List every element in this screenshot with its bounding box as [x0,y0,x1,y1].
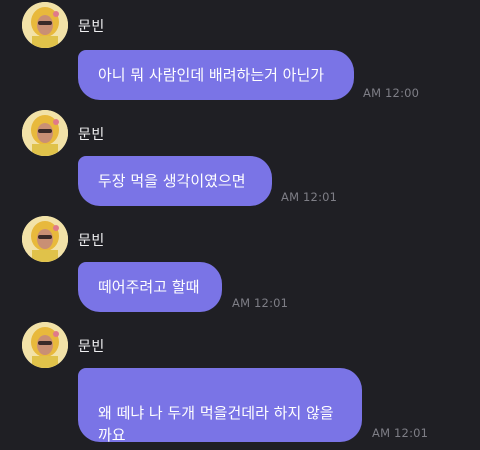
sender-name: 문빈 [78,127,105,143]
chat-view: 문빈 아니 뭐 사람인데 배려하는거 아닌가 AM 12:00 문빈 두장 먹을… [0,0,480,450]
message-bubble[interactable]: 두장 먹을 생각이였으면 [78,156,272,206]
message-text: 두장 먹을 생각이였으면 [98,172,246,190]
message-group: 문빈 아니 뭐 사람인데 배려하는거 아닌가 AM 12:00 [0,2,480,102]
message-text: 떼어주려고 할때 [98,278,200,296]
message-timestamp: AM 12:01 [372,426,429,440]
avatar[interactable] [22,2,68,48]
avatar-image [22,2,68,48]
message-timestamp: AM 12:00 [363,86,420,100]
message-group: 문빈 왜 떼냐 나 두개 먹을건데라 하지 않을 까요 AM 12:01 [0,322,480,448]
avatar[interactable] [22,216,68,262]
message-group: 문빈 떼어주려고 할때 AM 12:01 [0,216,480,316]
avatar-image [22,322,68,368]
message-timestamp: AM 12:01 [281,190,338,204]
sender-name: 문빈 [78,19,105,35]
message-timestamp: AM 12:01 [232,296,289,310]
message-group: 문빈 두장 먹을 생각이였으면 AM 12:01 [0,110,480,210]
message-bubble[interactable]: 아니 뭐 사람인데 배려하는거 아닌가 [78,50,354,100]
message-text: 왜 떼냐 나 두개 먹을건데라 하지 않을 까요 [98,404,334,444]
message-bubble[interactable]: 왜 떼냐 나 두개 먹을건데라 하지 않을 까요 [78,368,362,444]
sender-name: 문빈 [78,339,105,355]
avatar[interactable] [22,322,68,368]
avatar-image [22,110,68,156]
avatar-image [22,216,68,262]
message-bubble[interactable]: 떼어주려고 할때 [78,262,222,312]
sender-name: 문빈 [78,233,105,249]
message-text: 아니 뭐 사람인데 배려하는거 아닌가 [98,66,325,84]
avatar[interactable] [22,110,68,156]
